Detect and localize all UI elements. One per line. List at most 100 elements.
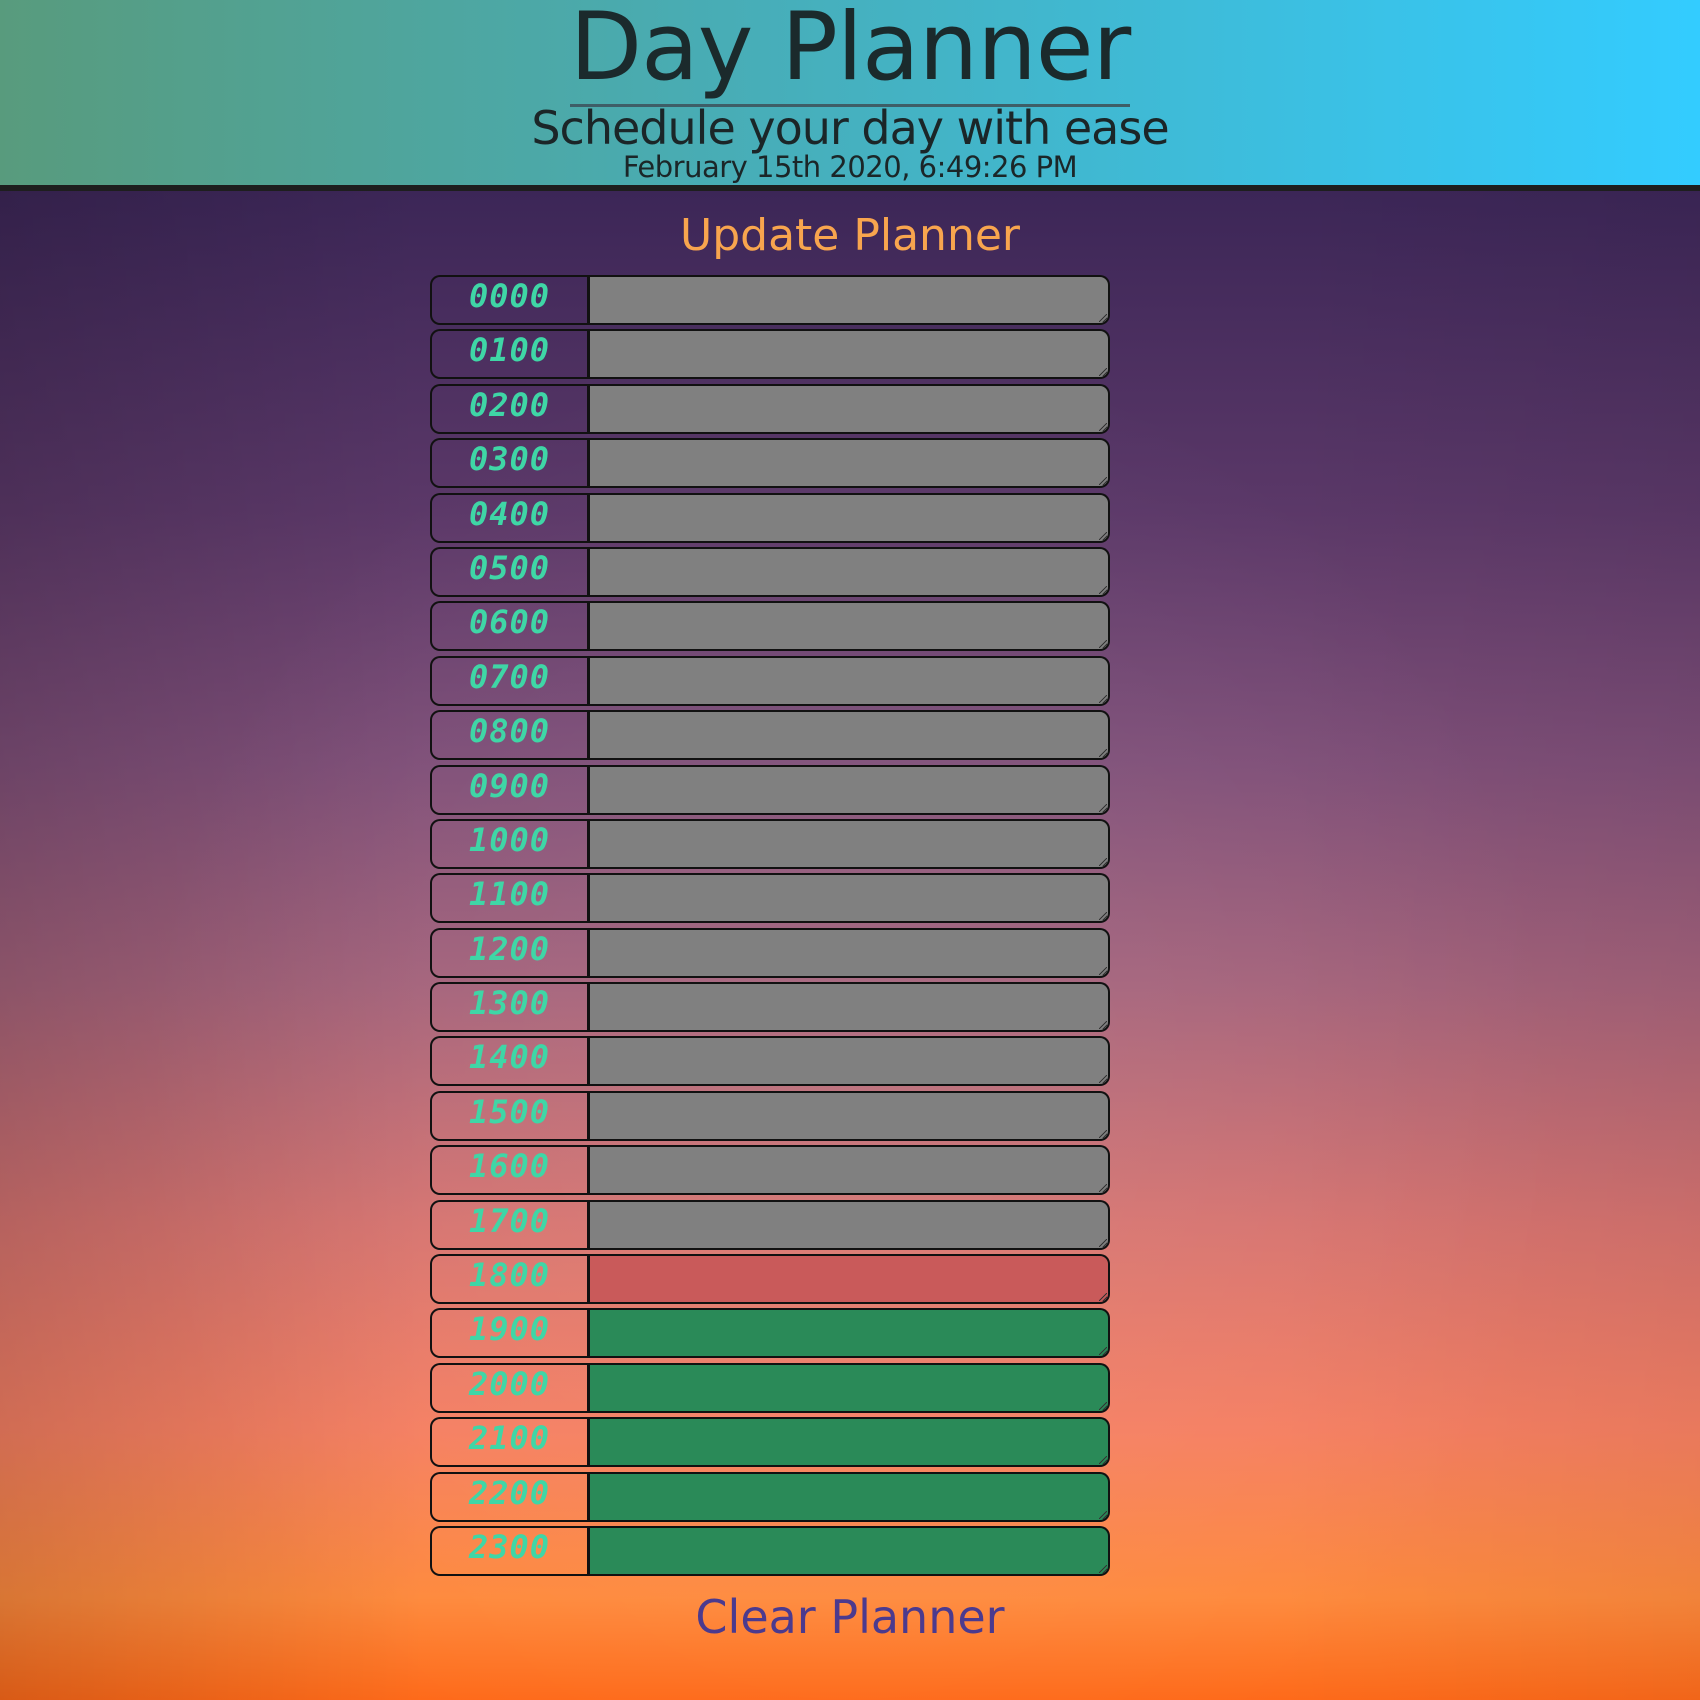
hour-slot-wrapper [590, 1471, 1110, 1522]
hour-slot-input[interactable] [590, 927, 1110, 978]
hour-label: 2100 [430, 1417, 590, 1468]
hour-slot-wrapper [590, 1145, 1110, 1196]
hour-slot-wrapper [590, 873, 1110, 924]
planner-row: 1600 [430, 1145, 1110, 1196]
hour-slot-wrapper [590, 927, 1110, 978]
hour-slot-wrapper [590, 601, 1110, 652]
hour-slot-input[interactable] [590, 383, 1110, 434]
hour-label: 0600 [430, 601, 590, 652]
hour-label: 0700 [430, 655, 590, 706]
planner-row: 0100 [430, 329, 1110, 380]
hour-slot-input[interactable] [590, 818, 1110, 869]
hour-slot-wrapper [590, 383, 1110, 434]
hour-slot-wrapper [590, 275, 1110, 325]
hour-slot-input[interactable] [590, 1254, 1110, 1305]
clear-planner-button[interactable]: Clear Planner [695, 1588, 1004, 1646]
update-planner-button[interactable]: Update Planner [680, 208, 1020, 264]
hour-label: 1800 [430, 1254, 590, 1305]
hour-label: 0200 [430, 383, 590, 434]
hour-label: 1900 [430, 1308, 590, 1359]
planner-row: 1400 [430, 1036, 1110, 1087]
hour-label: 1600 [430, 1145, 590, 1196]
planner-row: 1500 [430, 1090, 1110, 1141]
hour-slot-input[interactable] [590, 329, 1110, 380]
hour-slot-wrapper [590, 438, 1110, 489]
hour-slot-wrapper [590, 329, 1110, 380]
planner-row: 2200 [430, 1471, 1110, 1522]
planner-row: 2300 [430, 1525, 1110, 1576]
hour-label: 1500 [430, 1090, 590, 1141]
hour-slot-input[interactable] [590, 1525, 1110, 1576]
hour-label: 0300 [430, 438, 590, 489]
page-header: Day Planner Schedule your day with ease … [0, 0, 1700, 191]
planner-row: 0400 [430, 492, 1110, 543]
planner-row: 0500 [430, 546, 1110, 597]
hour-label: 1100 [430, 873, 590, 924]
hour-slot-wrapper [590, 1254, 1110, 1305]
planner-row: 2000 [430, 1362, 1110, 1413]
hour-slot-input[interactable] [590, 873, 1110, 924]
planner-row: 0800 [430, 710, 1110, 761]
hour-slot-input[interactable] [590, 275, 1110, 325]
hour-slot-input[interactable] [590, 1199, 1110, 1250]
planner-row: 1100 [430, 873, 1110, 924]
planner-row: 1700 [430, 1199, 1110, 1250]
planner-row: 0900 [430, 764, 1110, 815]
hour-slot-wrapper [590, 1199, 1110, 1250]
hour-slot-input[interactable] [590, 1090, 1110, 1141]
hour-label: 0400 [430, 492, 590, 543]
planner-row: 0300 [430, 438, 1110, 489]
planner-row: 1200 [430, 927, 1110, 978]
hour-slot-wrapper [590, 1417, 1110, 1468]
hour-slot-input[interactable] [590, 982, 1110, 1033]
hour-slot-wrapper [590, 655, 1110, 706]
hour-label: 2300 [430, 1525, 590, 1576]
hour-slot-input[interactable] [590, 492, 1110, 543]
hour-slot-input[interactable] [590, 1308, 1110, 1359]
hour-slot-wrapper [590, 982, 1110, 1033]
hour-label: 0800 [430, 710, 590, 761]
hour-slot-input[interactable] [590, 655, 1110, 706]
hour-slot-wrapper [590, 492, 1110, 543]
hour-label: 0100 [430, 329, 590, 380]
hour-label: 1300 [430, 982, 590, 1033]
hour-slot-wrapper [590, 710, 1110, 761]
planner-row: 1800 [430, 1254, 1110, 1305]
hour-slot-input[interactable] [590, 546, 1110, 597]
planner-row: 0600 [430, 601, 1110, 652]
hour-slot-wrapper [590, 546, 1110, 597]
hour-label: 1200 [430, 927, 590, 978]
hour-slot-input[interactable] [590, 710, 1110, 761]
planner-rows: 0000 0100 0200 0300 0400 0500 0600 0700 0800 0900… [430, 275, 1110, 1580]
hour-slot-wrapper [590, 1308, 1110, 1359]
hour-slot-wrapper [590, 818, 1110, 869]
hour-slot-input[interactable] [590, 1471, 1110, 1522]
planner-row: 1300 [430, 982, 1110, 1033]
hour-label: 0900 [430, 764, 590, 815]
planner-row: 1900 [430, 1308, 1110, 1359]
hour-label: 2000 [430, 1362, 590, 1413]
hour-slot-input[interactable] [590, 1417, 1110, 1468]
page-title: Day Planner [569, 0, 1131, 107]
hour-slot-input[interactable] [590, 764, 1110, 815]
hour-label: 0000 [430, 275, 590, 325]
hour-slot-wrapper [590, 1090, 1110, 1141]
hour-label: 2200 [430, 1471, 590, 1522]
hour-slot-input[interactable] [590, 1145, 1110, 1196]
planner-row: 2100 [430, 1417, 1110, 1468]
hour-slot-input[interactable] [590, 438, 1110, 489]
hour-label: 1400 [430, 1036, 590, 1087]
hour-slot-wrapper [590, 1525, 1110, 1576]
current-datetime: February 15th 2020, 6:49:26 PM [622, 150, 1078, 184]
planner-row: 0700 [430, 655, 1110, 706]
page-subtitle: Schedule your day with ease [531, 101, 1169, 155]
hour-slot-input[interactable] [590, 1362, 1110, 1413]
hour-slot-input[interactable] [590, 1036, 1110, 1087]
hour-slot-input[interactable] [590, 601, 1110, 652]
hour-label: 1700 [430, 1199, 590, 1250]
planner-row: 0000 [430, 275, 1110, 325]
hour-label: 0500 [430, 546, 590, 597]
planner-row: 0200 [430, 383, 1110, 434]
hour-slot-wrapper [590, 764, 1110, 815]
hour-label: 1000 [430, 818, 590, 869]
